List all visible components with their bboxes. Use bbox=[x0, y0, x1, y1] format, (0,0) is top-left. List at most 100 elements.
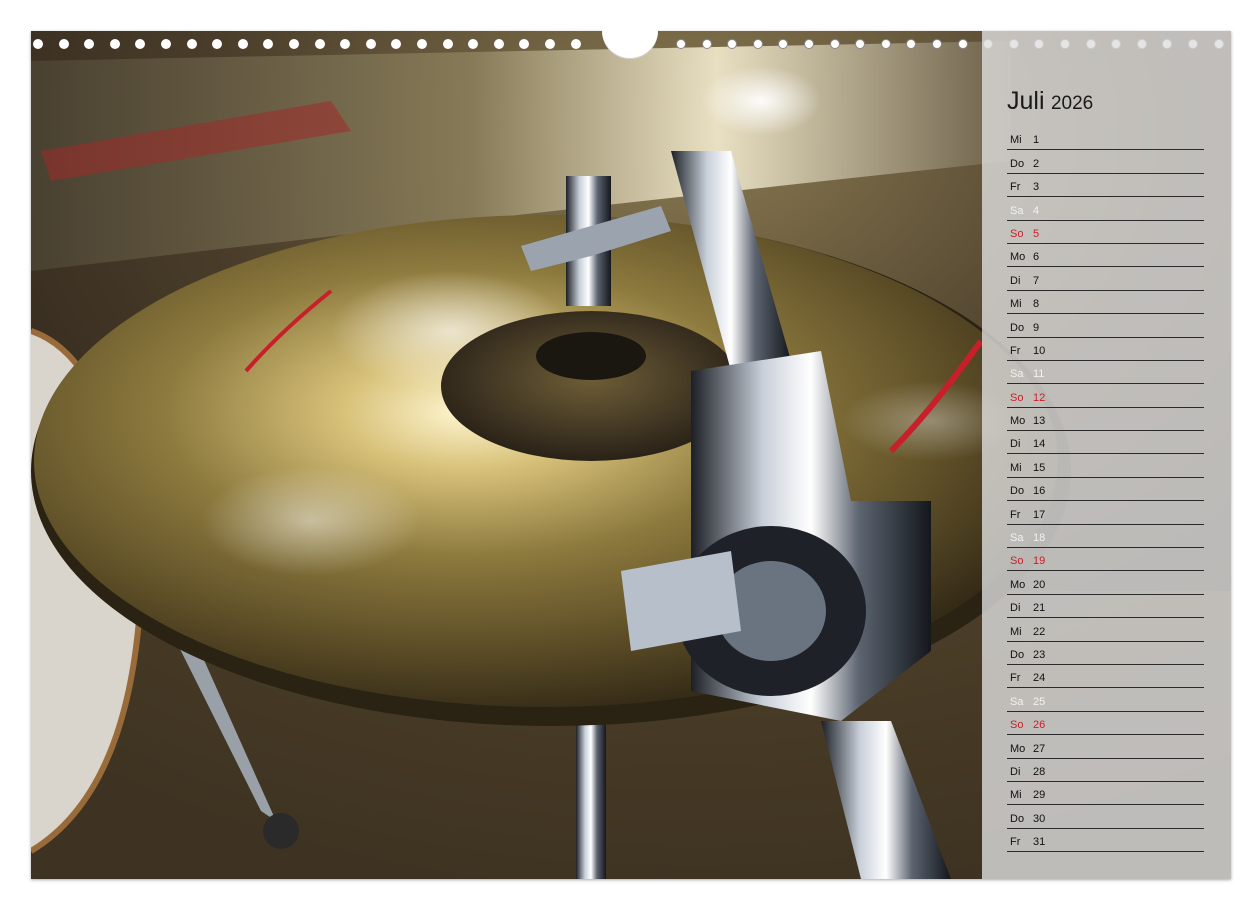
weekday-label: Fr bbox=[1010, 672, 1021, 685]
day-number: 19 bbox=[1033, 555, 1046, 568]
binding-hole bbox=[109, 39, 120, 49]
binding-hole bbox=[855, 39, 866, 49]
weekday-label: Fr bbox=[1010, 181, 1021, 194]
binding-hole bbox=[58, 39, 69, 49]
day-number: 27 bbox=[1033, 742, 1046, 755]
day-row: Mi 15 bbox=[1007, 454, 1204, 478]
binding-hole bbox=[391, 39, 402, 49]
day-row: Do 30 bbox=[1007, 805, 1204, 829]
day-row: Sa 18 bbox=[1007, 525, 1204, 549]
binding-hole bbox=[493, 39, 504, 49]
day-row: Sa 25 bbox=[1007, 688, 1204, 712]
day-row: Sa 11 bbox=[1007, 361, 1204, 385]
day-number: 1 bbox=[1033, 134, 1040, 147]
day-row: Fr 10 bbox=[1007, 338, 1204, 361]
day-number: 8 bbox=[1033, 298, 1040, 311]
day-number: 14 bbox=[1033, 438, 1046, 451]
weekday-label: Mi bbox=[1010, 625, 1022, 638]
day-number: 18 bbox=[1033, 532, 1046, 545]
binding-hole bbox=[906, 39, 917, 49]
binding-hole bbox=[340, 39, 351, 49]
day-row: Sa 4 bbox=[1007, 197, 1204, 221]
day-row: Fr 17 bbox=[1007, 501, 1204, 525]
day-row: Do 2 bbox=[1007, 150, 1204, 174]
binding-hole bbox=[701, 39, 712, 49]
weekday-label: Mi bbox=[1010, 134, 1022, 147]
weekday-label: Fr bbox=[1010, 836, 1021, 849]
binding-hole bbox=[263, 39, 274, 49]
weekday-label: Do bbox=[1010, 485, 1025, 498]
day-number: 28 bbox=[1033, 765, 1046, 778]
binding-hole bbox=[752, 39, 763, 49]
day-row: Di 28 bbox=[1007, 759, 1204, 782]
weekday-label: Do bbox=[1010, 321, 1025, 334]
binding-hole bbox=[417, 39, 427, 49]
day-row: Fr 24 bbox=[1007, 665, 1204, 689]
binding-hole bbox=[33, 39, 43, 49]
day-number: 15 bbox=[1033, 461, 1046, 474]
day-row: Mo 27 bbox=[1007, 735, 1204, 759]
binding-hole bbox=[829, 39, 840, 49]
binding-hole bbox=[676, 39, 686, 49]
day-row: So 19 bbox=[1007, 548, 1204, 572]
day-number: 22 bbox=[1033, 625, 1046, 638]
calendar-hanger-notch bbox=[602, 27, 658, 59]
day-number: 29 bbox=[1033, 789, 1046, 802]
day-number: 2 bbox=[1033, 157, 1040, 170]
year-label: 2026 bbox=[1050, 93, 1094, 114]
binding-hole bbox=[186, 39, 197, 49]
day-number: 26 bbox=[1033, 719, 1046, 732]
day-number: 5 bbox=[1033, 227, 1040, 240]
day-number: 31 bbox=[1033, 836, 1046, 849]
day-row: Mo 13 bbox=[1007, 408, 1204, 432]
day-row: Mi 22 bbox=[1007, 618, 1204, 642]
day-row: Mi 29 bbox=[1007, 782, 1204, 806]
binding-hole bbox=[545, 39, 555, 49]
weekday-label: Mo bbox=[1010, 415, 1026, 428]
day-number: 25 bbox=[1033, 695, 1046, 708]
weekday-label: Fr bbox=[1010, 508, 1021, 521]
day-row: So 5 bbox=[1007, 221, 1204, 244]
binding-hole bbox=[161, 39, 171, 49]
day-row: Di 21 bbox=[1007, 595, 1204, 619]
binding-hole bbox=[880, 39, 891, 49]
day-number: 24 bbox=[1033, 672, 1046, 685]
day-number: 7 bbox=[1033, 274, 1040, 287]
binding-hole bbox=[442, 39, 453, 49]
day-number: 3 bbox=[1033, 181, 1040, 194]
weekday-label: Do bbox=[1010, 648, 1025, 661]
day-list: Mi 1 Do 2 Fr 3 Sa 4 So 5 Mo 6 Di 7 Mi 8 Do 9 Fr 10 Sa 11 So 12 M… bbox=[1007, 127, 1204, 853]
day-number: 9 bbox=[1033, 321, 1040, 334]
day-number: 20 bbox=[1033, 578, 1046, 591]
day-number: 30 bbox=[1033, 812, 1046, 825]
weekday-label: Mi bbox=[1010, 789, 1022, 802]
day-row: Mo 20 bbox=[1007, 571, 1204, 595]
weekday-label: Mi bbox=[1010, 461, 1022, 474]
day-number: 11 bbox=[1033, 368, 1045, 381]
month-title: Juli 2026 bbox=[1007, 87, 1093, 116]
binding-hole bbox=[957, 39, 968, 49]
weekday-label: Do bbox=[1010, 812, 1025, 825]
day-row: So 12 bbox=[1007, 384, 1204, 408]
weekday-label: Mi bbox=[1010, 298, 1022, 311]
binding-hole bbox=[212, 39, 223, 49]
weekday-label: Di bbox=[1010, 438, 1021, 451]
day-number: 21 bbox=[1033, 602, 1046, 615]
day-row: Do 9 bbox=[1007, 314, 1204, 338]
day-row: Di 7 bbox=[1007, 267, 1204, 291]
weekday-label: Sa bbox=[1010, 204, 1024, 217]
weekday-label: Sa bbox=[1010, 368, 1024, 381]
binding-hole bbox=[804, 39, 814, 49]
day-number: 6 bbox=[1033, 251, 1040, 264]
binding-hole bbox=[727, 39, 738, 49]
binding-hole bbox=[468, 39, 479, 49]
binding-hole bbox=[84, 39, 95, 49]
day-row: So 26 bbox=[1007, 712, 1204, 736]
day-number: 10 bbox=[1033, 344, 1046, 357]
day-number: 13 bbox=[1033, 415, 1046, 428]
weekday-label: Do bbox=[1010, 157, 1025, 170]
weekday-label: So bbox=[1010, 555, 1024, 568]
binding-hole bbox=[570, 39, 581, 49]
weekday-label: Sa bbox=[1010, 695, 1024, 708]
day-number: 23 bbox=[1033, 648, 1046, 661]
